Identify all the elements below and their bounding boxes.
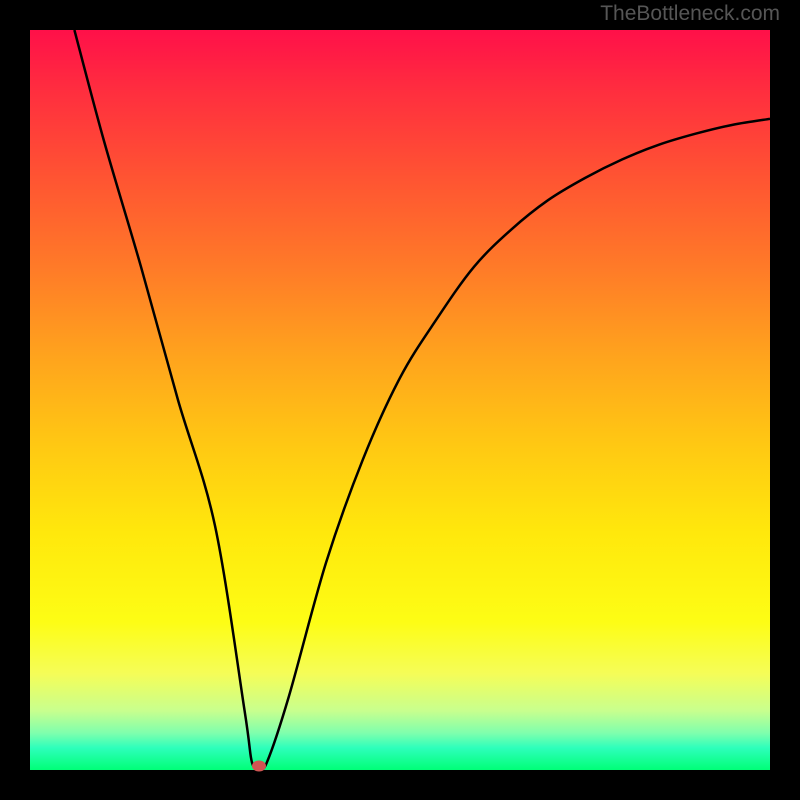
curve-svg	[30, 30, 770, 770]
bottleneck-curve	[74, 30, 770, 769]
chart-container: TheBottleneck.com	[0, 0, 800, 800]
optimal-point-marker	[252, 761, 266, 772]
plot-area	[30, 30, 770, 770]
watermark-text: TheBottleneck.com	[600, 2, 780, 26]
